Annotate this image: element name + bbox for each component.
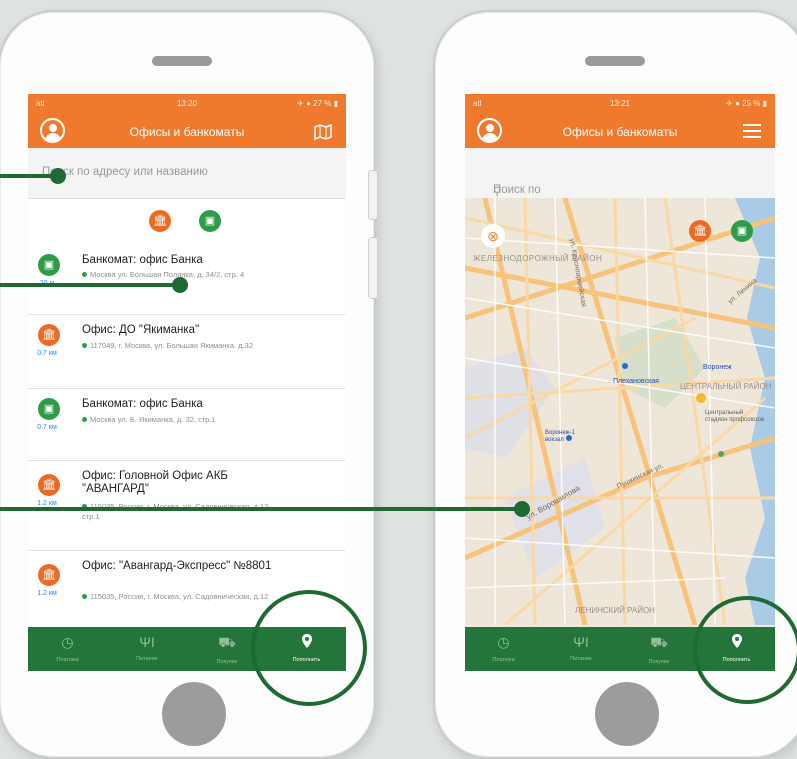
right-home-button[interactable] [595,682,659,746]
battery-indicator: ✈ ● 27 % ▮ [297,99,338,108]
right-status-bar: atl 13:21 ✈ ● 25 % ▮ [465,94,775,114]
item-title: Офис: Головной Офис АКБ "АВАНГАРД" [82,470,228,495]
district-label-south: ЛЕНИНСКИЙ РАЙОН [575,606,655,615]
clock-icon: ◷ [61,634,74,650]
place-voronezh: Воронеж [703,364,732,371]
left-side-button-1 [368,170,378,220]
filter-office-icon[interactable]: 🏛 [149,210,171,232]
clock-icon: ◷ [497,634,510,650]
left-side-button-2 [368,237,378,299]
list-item[interactable]: 🏛 0.7 км Офис: ДО "Якиманка" 117049, г. … [28,314,346,389]
callout-dot-search [50,168,66,184]
place-plekhanovskaya: Плехановская [613,378,659,385]
highlight-ring-left [251,590,367,706]
filter-atm-icon[interactable]: ▣ [199,210,221,232]
item-title: Офис: "Авангард-Экспресс" №8801 [82,560,272,572]
item-address: 117049, г. Москва, ул. Большая Якиманка,… [82,341,282,351]
callout-dot-map [514,501,530,517]
left-speaker [152,56,212,66]
left-screen: atl 13:20 ✈ ● 27 % ▮ Офисы и банкоматы П… [28,94,346,671]
map-view-icon[interactable] [314,123,332,145]
place-center: Центральный стадион профсоюзов [705,410,765,423]
list-item[interactable]: 🏛 1.2 км Офис: Головной Офис АКБ "АВАНГА… [28,460,346,551]
callout-dot-list [172,277,188,293]
distance-label: 0.7 км [37,424,57,431]
tab-payments[interactable]: ◷ Платежи [28,627,107,671]
item-address: 115035, Россия, г. Москва, ул. Садовниче… [82,592,282,602]
list-item[interactable]: ▣ 20 м Банкомат: офис Банка Москва ул. Б… [28,244,346,315]
close-map-icon[interactable]: ⊗ [481,224,505,248]
list-item[interactable]: ▣ 0.7 км Банкомат: офис Банка Москва ул.… [28,388,346,461]
highlight-ring-right [693,596,797,704]
office-icon: 🏛 [38,324,60,346]
search-input[interactable]: ⚲ Поиск по адресу или названию [465,148,775,232]
distance-label: 1.2 км [37,590,57,597]
office-icon: 🏛 [38,564,60,586]
search-placeholder: Поиск по адресу или названию [42,166,208,178]
cart-icon: ⛟ [650,634,668,650]
district-label-center: ЦЕНТРАЛЬНЫЙ РАЙОН [680,382,772,391]
distance-label: 1.2 км [37,500,57,507]
battery-indicator: ✈ ● 25 % ▮ [726,99,767,108]
tab-food[interactable]: ΨΙ Питание [542,627,620,671]
item-title: Банкомат: офис Банка [82,398,203,410]
left-app-bar: atl 13:20 ✈ ● 27 % ▮ Офисы и банкоматы [28,94,346,148]
item-address: 115035, Россия, г. Москва, ул. Садовниче… [82,502,282,522]
left-home-button[interactable] [162,682,226,746]
list-view-icon[interactable] [743,124,761,143]
map-view[interactable]: ЖЕЛЕЗНОДОРОЖНЫЙ РАЙОН ЦЕНТРАЛЬНЫЙ РАЙОН … [465,198,775,627]
atm-icon: ▣ [38,398,60,420]
callout-line-map [0,507,522,511]
page-title: Офисы и банкоматы [562,125,678,139]
atm-icon: ▣ [38,254,60,276]
left-status-bar: atl 13:20 ✈ ● 27 % ▮ [28,94,346,114]
item-title: Банкомат: офис Банка [82,254,203,266]
tab-food[interactable]: ΨΙ Питание [107,627,187,671]
fork-knife-icon: ΨΙ [139,634,155,650]
item-address: Москва ул. Б. Якиманка, д. 32, стр.1 [82,415,282,425]
district-label-north: ЖЕЛЕЗНОДОРОЖНЫЙ РАЙОН [473,254,603,263]
fork-knife-icon: ΨΙ [573,634,589,650]
tab-payments[interactable]: ◷ Платежи [465,627,542,671]
filter-atm-icon[interactable]: ▣ [731,220,753,242]
search-input[interactable]: Поиск по адресу или названию [28,148,346,199]
place-station: Воронеж-1 вокзал [545,430,575,443]
right-app-bar: atl 13:21 ✈ ● 25 % ▮ Офисы и банкоматы [465,94,775,148]
distance-label: 0.7 км [37,350,57,357]
right-screen: atl 13:21 ✈ ● 25 % ▮ Офисы и банкоматы ⚲… [465,94,775,671]
callout-line-list [0,283,180,287]
filter-office-icon[interactable]: 🏛 [689,220,711,242]
item-title: Офис: ДО "Якиманка" [82,324,200,336]
tab-shopping[interactable]: ⛟ Покупки [620,627,698,671]
office-icon: 🏛 [38,474,60,496]
page-title: Офисы и банкоматы [129,125,245,139]
right-speaker [585,56,645,66]
